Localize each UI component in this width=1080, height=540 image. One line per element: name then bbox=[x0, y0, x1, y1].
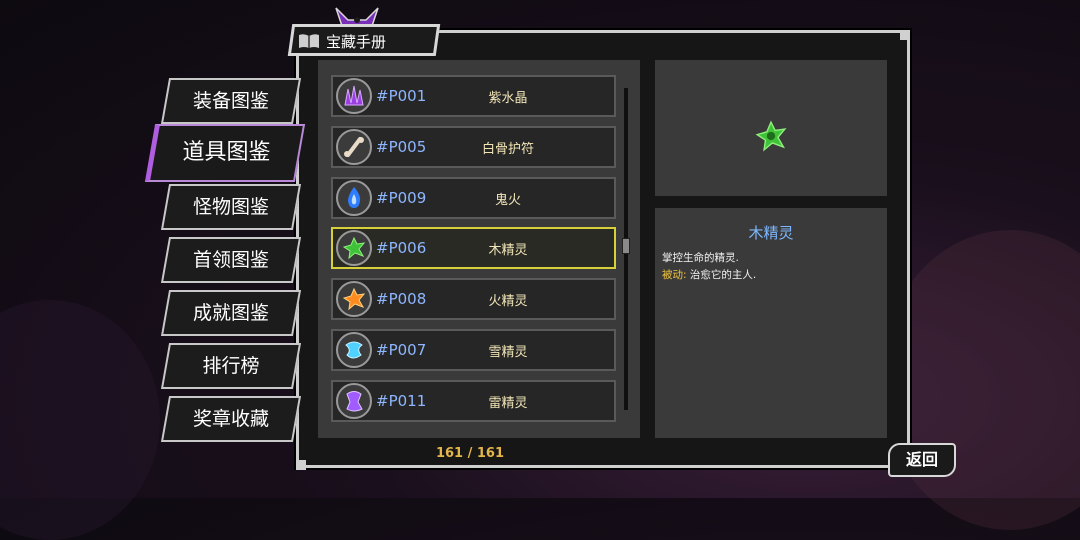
title-bar: 宝藏手册 bbox=[298, 28, 386, 54]
passive-label: 被动: bbox=[662, 269, 687, 281]
scrollbar-thumb[interactable] bbox=[622, 238, 630, 254]
fire-spirit-icon bbox=[342, 287, 366, 311]
background-decoration bbox=[880, 230, 1080, 530]
list-item[interactable]: #P011 雷精灵 bbox=[331, 380, 616, 422]
list-item[interactable]: #P001 紫水晶 bbox=[331, 75, 616, 117]
tab-monsters[interactable]: 怪物图鉴 bbox=[160, 184, 302, 230]
page-title: 宝藏手册 bbox=[326, 32, 387, 51]
tab-leaderboard[interactable]: 排行榜 bbox=[160, 343, 302, 389]
item-code: #P011 bbox=[376, 392, 427, 410]
detail-title: 木精灵 bbox=[748, 224, 794, 242]
item-code: #P005 bbox=[376, 138, 427, 156]
item-name: 雪精灵 bbox=[488, 344, 528, 360]
list-item[interactable]: #P008 火精灵 bbox=[331, 278, 616, 320]
list-item[interactable]: #P005 白骨护符 bbox=[331, 126, 616, 168]
item-preview-panel bbox=[655, 60, 887, 196]
snow-spirit-icon bbox=[345, 341, 363, 359]
list-item[interactable]: #P007 雪精灵 bbox=[331, 329, 616, 371]
tab-equipment[interactable]: 装备图鉴 bbox=[160, 78, 302, 124]
detail-description: 掌控生命的精灵. 被动: 治愈它的主人. bbox=[662, 252, 757, 281]
back-button[interactable]: 返回 bbox=[888, 443, 956, 477]
item-name: 火精灵 bbox=[488, 293, 528, 309]
item-name: 鬼火 bbox=[494, 192, 521, 208]
item-code: #P001 bbox=[376, 87, 427, 105]
passive-text: 治愈它的主人. bbox=[689, 269, 757, 281]
amethyst-icon bbox=[344, 85, 364, 106]
bone-icon bbox=[344, 137, 364, 157]
wood-spirit-icon bbox=[755, 120, 787, 152]
tab-bosses[interactable]: 首领图鉴 bbox=[160, 237, 302, 283]
book-icon bbox=[299, 34, 319, 48]
wood-spirit-icon bbox=[342, 236, 366, 260]
frame-corner bbox=[900, 30, 910, 40]
ghost-fire-icon bbox=[348, 187, 361, 208]
item-code: #P008 bbox=[376, 290, 427, 308]
list-item[interactable]: #P006 木精灵 bbox=[331, 227, 616, 269]
item-name: 木精灵 bbox=[488, 242, 528, 258]
list-item[interactable]: #P009 鬼火 bbox=[331, 177, 616, 219]
item-code: #P009 bbox=[376, 189, 427, 207]
item-name: 紫水晶 bbox=[488, 90, 528, 106]
item-code: #P007 bbox=[376, 341, 427, 359]
thunder-spirit-icon bbox=[346, 391, 363, 412]
frame-corner bbox=[296, 460, 306, 470]
tab-items[interactable]: 道具图鉴 bbox=[144, 124, 306, 182]
tab-medals[interactable]: 奖章收藏 bbox=[160, 396, 302, 442]
item-code: #P006 bbox=[376, 239, 427, 257]
item-detail-panel: 木精灵 掌控生命的精灵. 被动: 治愈它的主人. bbox=[655, 208, 887, 438]
item-name: 白骨护符 bbox=[481, 141, 534, 157]
background-decoration bbox=[0, 300, 160, 540]
tab-achievements[interactable]: 成就图鉴 bbox=[160, 290, 302, 336]
item-name: 雷精灵 bbox=[488, 395, 528, 411]
item-counter: 161 / 161 bbox=[435, 446, 505, 461]
